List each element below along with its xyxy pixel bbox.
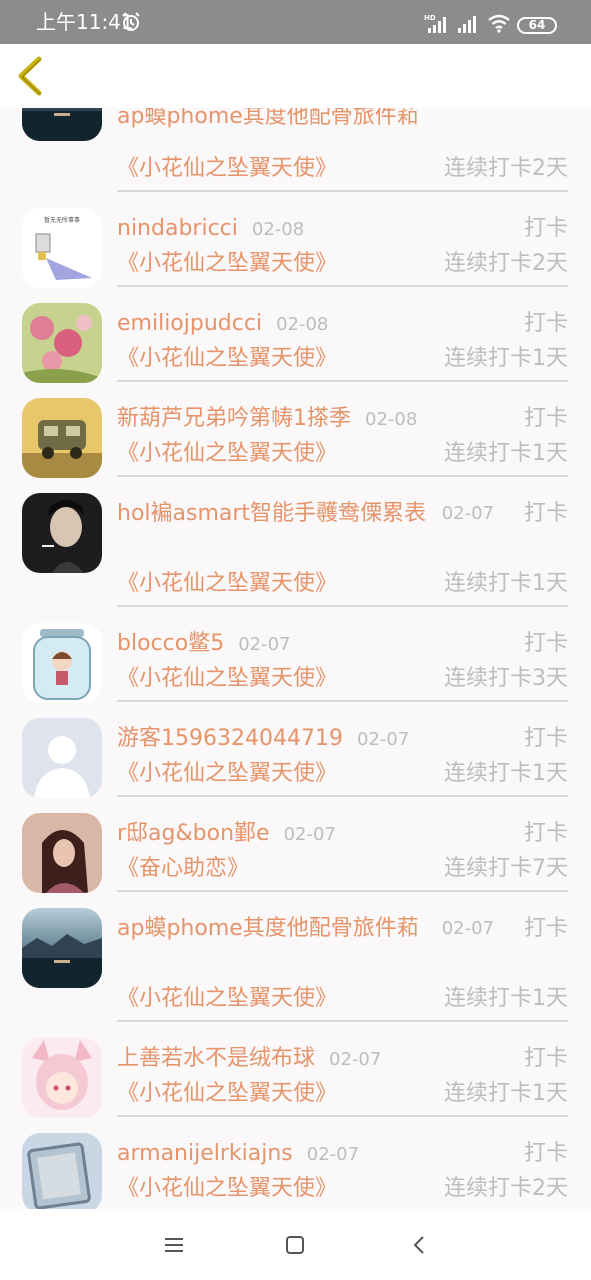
header	[0, 44, 591, 108]
streak-text: 连续打卡2天	[444, 1176, 568, 1201]
checkin-label: 打卡	[523, 406, 568, 431]
checkin-label: 打卡	[523, 501, 568, 526]
checkin-label: 打卡	[523, 216, 568, 241]
checkin-label: 打卡	[523, 311, 568, 336]
signal-hd-icon: HD	[424, 14, 446, 33]
checkin-label: 打卡	[523, 1046, 568, 1071]
list-item[interactable]: 游客1596324044719 02-07 打卡 《小花仙之坠翼天使》 连续打卡1…	[0, 702, 591, 798]
streak-text: 连续打卡1天	[444, 1081, 568, 1106]
username: nindabricci	[117, 216, 238, 241]
username: 新葫芦兄弟吟第帱1搽季	[117, 406, 351, 431]
avatar	[22, 398, 102, 478]
book-title[interactable]: 《小花仙之坠翼天使》	[117, 152, 337, 186]
list-item[interactable]: 新葫芦兄弟吟第帱1搽季 02-08 打卡 《小花仙之坠翼天使》 连续打卡1天	[0, 382, 591, 478]
username: blocco鳖5	[117, 631, 225, 656]
checkin-date: 02-08	[276, 314, 329, 335]
chevron-left-icon	[18, 56, 42, 96]
list-item[interactable]: hol褊asmart智能手彠鸯傈累表 02-07 打卡 《小花仙之坠翼天使》 连…	[0, 477, 591, 607]
checkin-label: 打卡	[523, 916, 568, 941]
home-icon[interactable]	[284, 1234, 306, 1256]
book-title[interactable]: 《小花仙之坠翼天使》	[117, 982, 337, 1016]
streak-text: 连续打卡1天	[444, 346, 568, 371]
checkin-list[interactable]: ap蟆phome其度他配骨旅件萂 《小花仙之坠翼天使》 连续打卡2天 暂无无所事…	[0, 108, 591, 1209]
book-title[interactable]: 《奋心助恋》	[117, 852, 249, 886]
username: 游客1596324044719	[117, 726, 343, 751]
list-item[interactable]: 上善若水不是绒布球 02-07 打卡 《小花仙之坠翼天使》 连续打卡1天	[0, 1022, 591, 1118]
checkin-date: 02-07	[238, 634, 291, 655]
back-button[interactable]	[10, 54, 50, 98]
menu-icon[interactable]	[162, 1234, 186, 1256]
streak-text: 连续打卡1天	[444, 571, 568, 596]
signal-icon	[458, 16, 476, 33]
status-bar: 上午11:41 HD 64	[0, 0, 591, 44]
nav-back-icon[interactable]	[408, 1233, 430, 1257]
streak-text: 连续打卡2天	[444, 251, 568, 276]
book-title[interactable]: 《小花仙之坠翼天使》	[117, 247, 337, 281]
book-title[interactable]: 《小花仙之坠翼天使》	[117, 567, 337, 601]
checkin-label: 打卡	[523, 821, 568, 846]
checkin-date: 02-07	[441, 918, 494, 939]
avatar	[22, 493, 102, 573]
book-title[interactable]: 《小花仙之坠翼天使》	[117, 437, 337, 471]
checkin-date: 02-07	[329, 1049, 382, 1070]
username: r邸ag&bon鄞e	[117, 821, 270, 846]
streak-text: 连续打卡1天	[444, 441, 568, 466]
wifi-icon	[488, 14, 510, 33]
checkin-label: 打卡	[523, 726, 568, 751]
checkin-label: 打卡	[523, 1141, 568, 1166]
list-item[interactable]: emiliojpudcci 02-08 打卡 《小花仙之坠翼天使》 连续打卡1天	[0, 287, 591, 383]
book-title[interactable]: 《小花仙之坠翼天使》	[117, 662, 337, 696]
book-title[interactable]: 《小花仙之坠翼天使》	[117, 757, 337, 791]
checkin-date: 02-07	[356, 729, 410, 750]
streak-text: 连续打卡7天	[444, 856, 568, 881]
avatar: 暂无无所事事	[22, 208, 102, 288]
streak-text: 连续打卡1天	[444, 761, 568, 786]
list-item[interactable]: ap蟆phome其度他配骨旅件萂 《小花仙之坠翼天使》 连续打卡2天	[0, 108, 591, 192]
avatar	[22, 108, 102, 141]
username: hol褊asmart智能手彠鸯傈累表	[117, 501, 427, 526]
checkin-date: 02-08	[251, 219, 305, 240]
avatar-caption: 暂无无所事事	[44, 216, 80, 224]
list-item[interactable]: r邸ag&bon鄞e 02-07 打卡 《奋心助恋》 连续打卡7天	[0, 797, 591, 893]
list-item[interactable]: blocco鳖5 02-07 打卡 《小花仙之坠翼天使》 连续打卡3天	[0, 607, 591, 703]
list-item[interactable]: armanijelrkiajns 02-07 打卡 《小花仙之坠翼天使》 连续打卡…	[0, 1117, 591, 1209]
alarm-icon	[122, 12, 140, 31]
streak-text: 连续打卡3天	[444, 666, 568, 691]
username: ap蟆phome其度他配骨旅件萂	[117, 108, 419, 129]
avatar	[22, 1038, 102, 1118]
book-title[interactable]: 《小花仙之坠翼天使》	[117, 1077, 337, 1111]
avatar	[22, 303, 102, 383]
book-title[interactable]: 《小花仙之坠翼天使》	[117, 342, 337, 376]
streak-text: 连续打卡1天	[444, 986, 568, 1011]
checkin-label: 打卡	[523, 631, 568, 656]
system-nav-bar	[0, 1209, 591, 1280]
list-item[interactable]: 暂无无所事事 nindabricci 02-08 打卡 《小花仙之坠翼天使》 连续…	[0, 192, 591, 288]
svg-text:HD: HD	[424, 14, 436, 22]
avatar	[22, 623, 102, 703]
checkin-date: 02-07	[306, 1144, 360, 1165]
book-title[interactable]: 《小花仙之坠翼天使》	[117, 1172, 337, 1206]
username: ap蟆phome其度他配骨旅件萂	[117, 916, 419, 941]
username: emiliojpudcci	[117, 311, 263, 336]
avatar	[22, 813, 102, 893]
avatar	[22, 718, 102, 798]
checkin-date: 02-08	[365, 409, 418, 430]
username: 上善若水不是绒布球	[117, 1046, 316, 1071]
checkin-date: 02-07	[283, 824, 336, 845]
battery-indicator: 64	[517, 17, 557, 34]
checkin-date: 02-07	[441, 503, 494, 524]
status-time: 上午11:41	[36, 10, 134, 34]
list-item[interactable]: ap蟆phome其度他配骨旅件萂 02-07 打卡 《小花仙之坠翼天使》 连续打…	[0, 892, 591, 1022]
streak-text: 连续打卡2天	[444, 156, 568, 181]
username: armanijelrkiajns	[117, 1141, 293, 1166]
avatar	[22, 908, 102, 988]
avatar	[22, 1133, 102, 1209]
